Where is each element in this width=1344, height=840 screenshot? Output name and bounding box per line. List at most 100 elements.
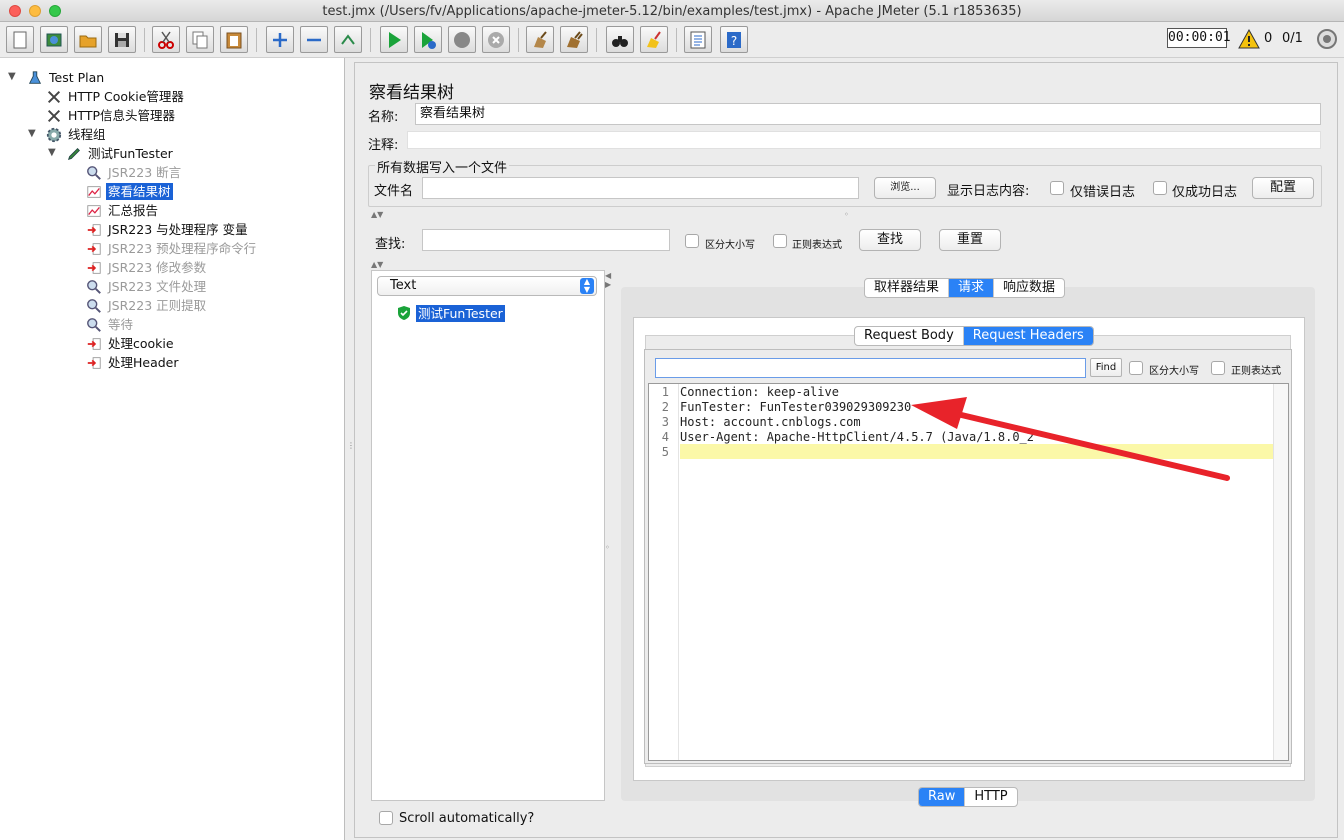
name-field[interactable]: 察看结果树: [415, 103, 1321, 125]
shutdown-button[interactable]: [482, 26, 510, 53]
magnifier-icon: [85, 297, 103, 315]
regex-label: 正则表达式: [792, 240, 842, 251]
function-helper-button[interactable]: [684, 26, 712, 53]
split-pane-divider[interactable]: ⋮: [346, 58, 355, 840]
tree-expander[interactable]: ▼: [8, 71, 16, 82]
result-sample-item[interactable]: 测试FunTester: [416, 305, 505, 322]
open-folder-icon: [79, 35, 97, 47]
tree-node[interactable]: 处理Header: [85, 353, 181, 372]
tree-node[interactable]: 线程组: [45, 125, 108, 144]
tab-sampler-result[interactable]: 取样器结果: [865, 279, 950, 297]
processor-icon: [85, 335, 103, 353]
list-divider-arrows[interactable]: ◀ ▶: [605, 271, 611, 289]
tree-node[interactable]: 等待: [85, 315, 135, 334]
list-divider-dot[interactable]: ◦: [605, 543, 610, 552]
comment-label: 注释:: [368, 138, 399, 153]
tab-raw[interactable]: Raw: [919, 788, 966, 806]
collapse-all-button[interactable]: [300, 26, 328, 53]
tree-node[interactable]: JSR223 断言: [85, 163, 183, 182]
filename-field[interactable]: [422, 177, 859, 199]
tab-request-headers[interactable]: Request Headers: [963, 327, 1093, 345]
tab-http[interactable]: HTTP: [965, 788, 1016, 806]
tree-node[interactable]: JSR223 修改参数: [85, 258, 208, 277]
tree-node-label: JSR223 断言: [108, 165, 182, 180]
tree-node[interactable]: JSR223 文件处理: [85, 277, 208, 296]
name-label: 名称:: [368, 110, 399, 125]
tree-node[interactable]: HTTP信息头管理器: [45, 106, 177, 125]
broom-icon: [534, 30, 547, 48]
window-title: test.jmx (/Users/fv/Applications/apache-…: [322, 4, 1022, 19]
tree-expander[interactable]: ▼: [28, 128, 36, 139]
text-scrollbar[interactable]: [1273, 384, 1288, 760]
red-annotation-arrow: [911, 397, 1230, 481]
find-button[interactable]: 查找: [859, 229, 921, 251]
help-button[interactable]: ?: [720, 26, 748, 53]
line-number: 1: [661, 385, 669, 399]
find-in-text-field[interactable]: [655, 358, 1086, 378]
comment-field[interactable]: [407, 131, 1321, 149]
collapse-arrows-2[interactable]: ▲▼: [371, 260, 383, 269]
wrench-icon: [45, 88, 63, 106]
start-no-pause-button[interactable]: [414, 26, 442, 53]
reset-button[interactable]: 重置: [939, 229, 1001, 251]
expand-all-button[interactable]: [266, 26, 294, 53]
svg-text:?: ?: [731, 34, 737, 48]
code-line: Host: account.cnblogs.com: [680, 415, 861, 429]
tab-request[interactable]: 请求: [949, 279, 995, 297]
collapse-arrows[interactable]: ▲▼: [371, 210, 383, 219]
tree-node[interactable]: JSR223 正则提取: [85, 296, 208, 315]
scroll-auto-checkbox[interactable]: [379, 811, 393, 825]
tree-node[interactable]: JSR223 与处理程序 变量: [85, 220, 250, 239]
browse-button[interactable]: 浏览...: [874, 177, 936, 199]
paste-button[interactable]: [220, 26, 248, 53]
success-only-checkbox[interactable]: [1153, 181, 1167, 195]
chart-icon: [85, 183, 103, 201]
errors-only-checkbox[interactable]: [1050, 181, 1064, 195]
line-number: 5: [661, 445, 669, 459]
tree-node-label: HTTP Cookie管理器: [68, 89, 184, 104]
case-sensitive-checkbox[interactable]: [685, 234, 699, 248]
results-list: Text ▲ ▼ 测试FunTester: [371, 270, 605, 801]
new-button[interactable]: [6, 26, 34, 53]
renderer-select[interactable]: Text ▲ ▼: [377, 276, 597, 296]
templates-button[interactable]: [40, 26, 68, 53]
viewer-case-label: 区分大小写: [1149, 366, 1199, 377]
log-content-label: 显示日志内容:: [947, 184, 1030, 199]
tree-expander[interactable]: ▼: [48, 147, 56, 158]
tree-node[interactable]: Test Plan: [26, 68, 106, 87]
select-arrows-icon: ▲ ▼: [580, 278, 594, 294]
cut-button[interactable]: [152, 26, 180, 53]
minus-icon: [307, 38, 321, 41]
copy-button[interactable]: [186, 26, 214, 53]
save-button[interactable]: [108, 26, 136, 53]
regex-checkbox[interactable]: [773, 234, 787, 248]
reset-search-button[interactable]: [640, 26, 668, 53]
toggle-button[interactable]: [334, 26, 362, 53]
write-to-file-legend: 所有数据写入一个文件: [375, 157, 510, 176]
configure-button[interactable]: 配置: [1252, 177, 1314, 199]
tree-node[interactable]: 测试FunTester: [65, 144, 175, 163]
test-plan-tree: ▼ Test Plan HTTP Cookie管理器 HTTP信息头管理器 ▼ 线程组 ▼ 测…: [0, 58, 345, 840]
open-button[interactable]: [74, 26, 102, 53]
stop-button[interactable]: [448, 26, 476, 53]
tree-node[interactable]: 察看结果树: [85, 182, 173, 201]
find-in-text-button[interactable]: Find: [1090, 358, 1122, 377]
tab-response-data[interactable]: 响应数据: [994, 279, 1064, 297]
start-button[interactable]: [380, 26, 408, 53]
viewer-case-checkbox[interactable]: [1129, 361, 1143, 375]
tree-node[interactable]: JSR223 预处理程序命令行: [85, 239, 258, 258]
divider-dot[interactable]: ◦: [844, 210, 849, 219]
search-button[interactable]: [606, 26, 634, 53]
warning-icon[interactable]: [1238, 29, 1260, 49]
search-field[interactable]: [422, 229, 670, 251]
viewer-regex-checkbox[interactable]: [1211, 361, 1225, 375]
scissors-icon: [158, 31, 174, 49]
tree-node[interactable]: 处理cookie: [85, 334, 176, 353]
reset-search-icon: [647, 30, 661, 48]
tree-node[interactable]: 汇总报告: [85, 201, 160, 220]
tree-node[interactable]: HTTP Cookie管理器: [45, 87, 186, 106]
clear-all-button[interactable]: [560, 26, 588, 53]
tree-node-label: JSR223 文件处理: [108, 279, 207, 294]
clear-button[interactable]: [526, 26, 554, 53]
tab-request-body[interactable]: Request Body: [855, 327, 964, 345]
